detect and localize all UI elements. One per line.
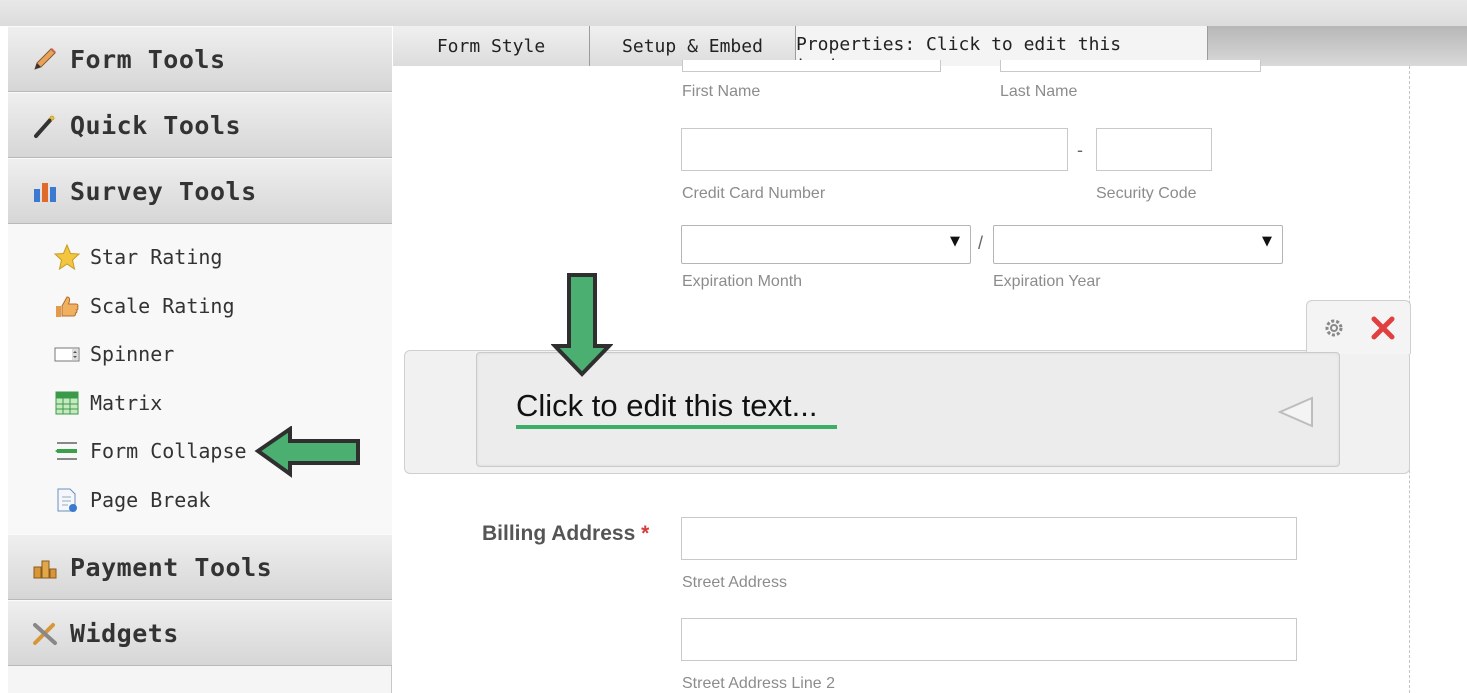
category-label: Payment Tools	[70, 552, 273, 582]
tool-form-collapse[interactable]: Form Collapse	[52, 433, 247, 469]
delete-icon[interactable]	[1370, 315, 1396, 345]
form-collapse-icon	[52, 436, 82, 466]
top-strip	[0, 0, 1467, 26]
street-address-caption: Street Address	[682, 574, 787, 591]
highlight-arrow-down	[551, 273, 613, 377]
page-break-icon	[52, 485, 82, 515]
pencil-icon	[30, 44, 60, 74]
matrix-grid-icon	[52, 388, 82, 418]
chevron-down-icon: ▼	[1262, 234, 1272, 249]
expiration-month-select[interactable]: ▼	[681, 225, 971, 264]
gear-icon[interactable]	[1321, 315, 1347, 345]
expiration-year-select[interactable]: ▼	[993, 225, 1283, 264]
tool-label: Scale Rating	[90, 294, 235, 318]
street-address-input[interactable]	[681, 517, 1297, 560]
tool-label: Page Break	[90, 488, 211, 512]
first-name-caption: First Name	[682, 83, 761, 100]
category-quick-tools[interactable]: Quick Tools	[8, 92, 392, 158]
tools-sidebar: Form Tools Quick Tools Survey Tools Star…	[8, 26, 392, 693]
field-toolbar	[1306, 300, 1411, 354]
required-mark: *	[641, 522, 650, 545]
street-address-line2-input[interactable]	[681, 618, 1297, 661]
tool-label: Star Rating	[90, 245, 223, 269]
expiration-year-caption: Expiration Year	[993, 273, 1101, 290]
category-label: Widgets	[70, 618, 179, 648]
expiration-separator: /	[978, 233, 984, 253]
last-name-caption: Last Name	[1000, 83, 1078, 100]
spinner-icon	[52, 339, 82, 369]
card-separator: -	[1077, 140, 1083, 160]
magic-wand-icon	[30, 110, 60, 140]
billing-label-text: Billing Address	[482, 522, 636, 545]
category-form-tools[interactable]: Form Tools	[8, 26, 392, 92]
category-widgets[interactable]: Widgets	[8, 600, 392, 666]
tool-label: Spinner	[90, 342, 175, 366]
billing-address-label: Billing Address *	[482, 522, 649, 546]
coins-icon	[30, 552, 60, 582]
tool-label: Matrix	[90, 391, 163, 415]
tool-matrix[interactable]: Matrix	[52, 385, 162, 421]
category-survey-tools[interactable]: Survey Tools	[8, 158, 392, 224]
category-label: Quick Tools	[70, 110, 242, 140]
credit-card-number-input[interactable]	[681, 128, 1068, 171]
category-label: Form Tools	[70, 44, 226, 74]
security-code-caption: Security Code	[1096, 185, 1197, 202]
credit-card-caption: Credit Card Number	[682, 185, 826, 202]
tab-form-style[interactable]: Form Style	[393, 26, 590, 66]
editable-text[interactable]: Click to edit this text...	[516, 388, 818, 424]
bar-chart-icon	[30, 176, 60, 206]
category-payment-tools[interactable]: Payment Tools	[8, 534, 392, 600]
first-name-input[interactable]	[682, 60, 941, 72]
chevron-down-icon: ▼	[950, 234, 960, 249]
tool-page-break[interactable]: Page Break	[52, 482, 210, 518]
street-address-line2-caption: Street Address Line 2	[682, 675, 835, 692]
star-icon	[52, 242, 82, 272]
highlight-arrow-left	[254, 426, 360, 478]
tool-star-rating[interactable]: Star Rating	[52, 239, 222, 275]
thumbs-up-icon	[52, 291, 82, 321]
widget-tools-icon	[30, 618, 60, 648]
last-name-input[interactable]	[1000, 60, 1261, 72]
tool-label: Form Collapse	[90, 439, 247, 463]
collapse-triangle-icon[interactable]	[1276, 394, 1316, 434]
category-label: Survey Tools	[70, 176, 257, 206]
security-code-input[interactable]	[1096, 128, 1212, 171]
text-underline-highlight	[516, 425, 837, 429]
tool-scale-rating[interactable]: Scale Rating	[52, 288, 235, 324]
tool-spinner[interactable]: Spinner	[52, 336, 174, 372]
expiration-month-caption: Expiration Month	[682, 273, 803, 290]
